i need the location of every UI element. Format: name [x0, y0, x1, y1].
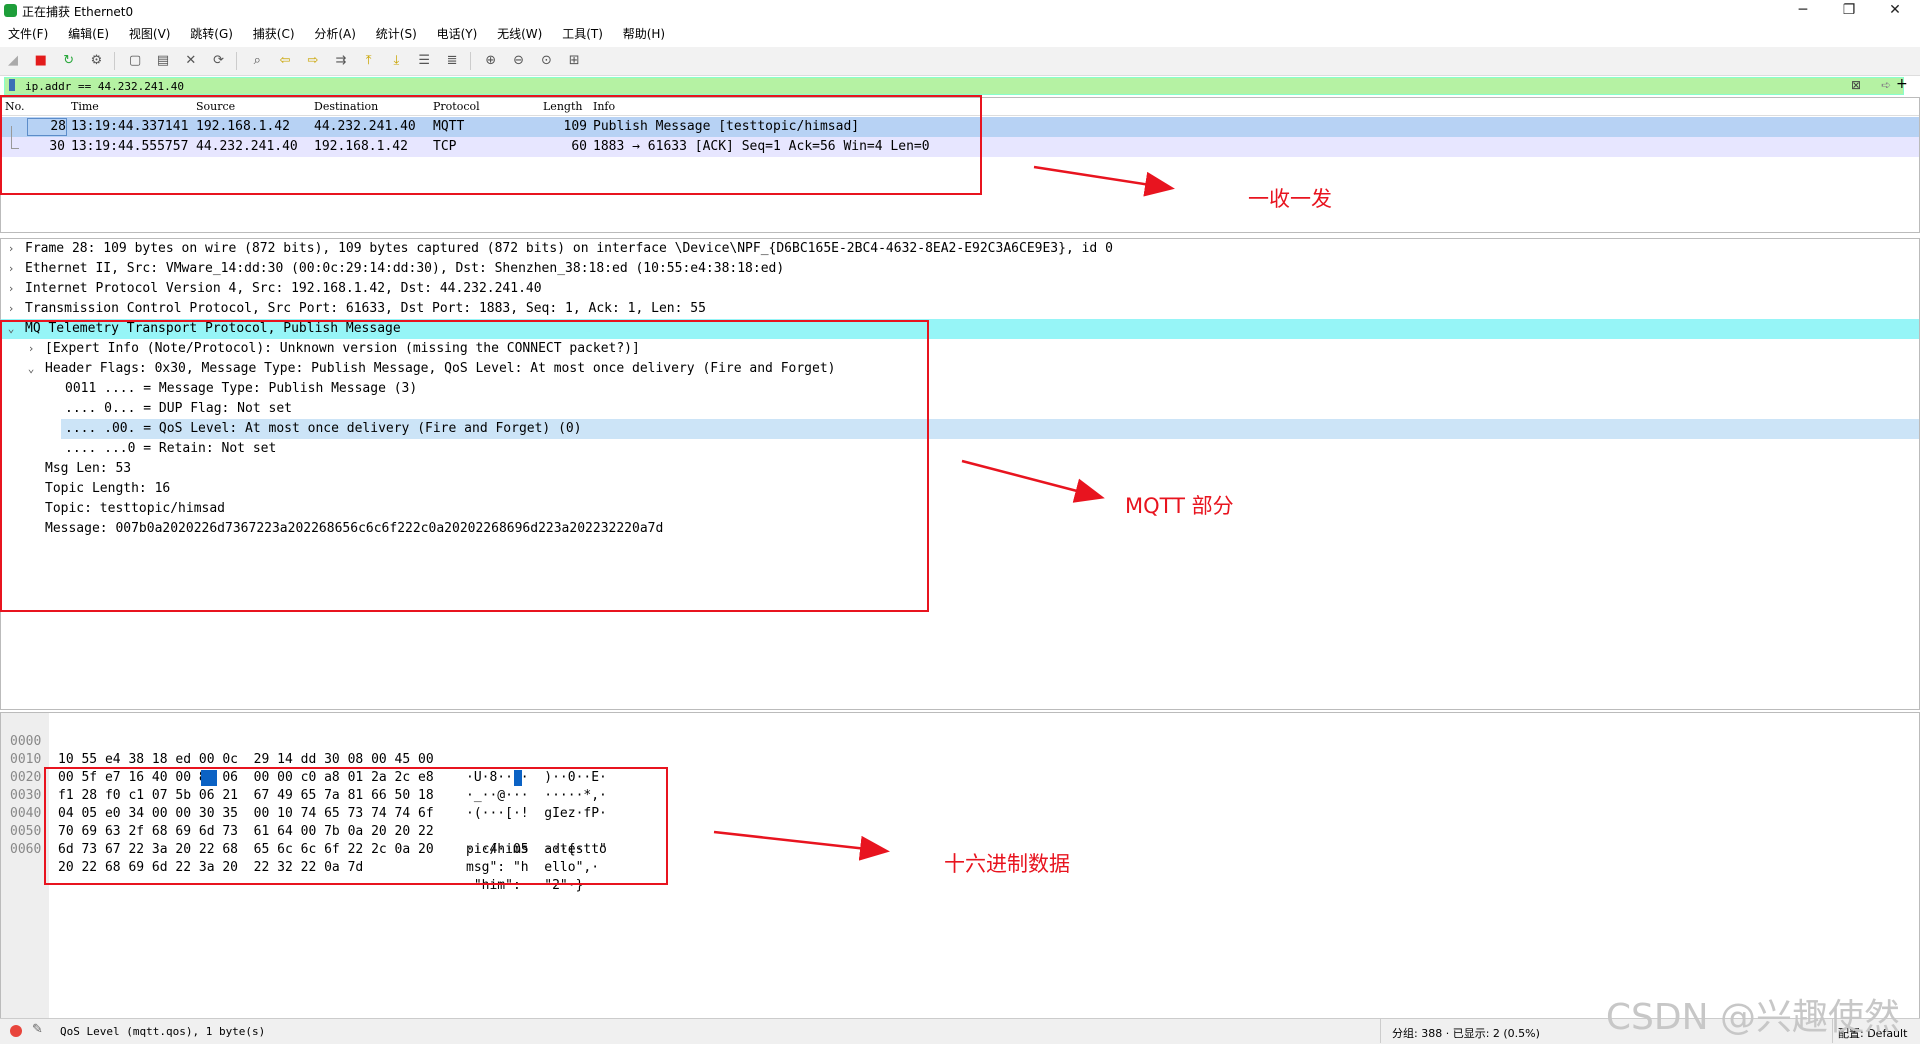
- annotation-arrow: [1033, 165, 1175, 197]
- annotation-arrow: [713, 830, 890, 861]
- annotation-label-hex: 十六进制数据: [944, 852, 1070, 876]
- annotation-arrow: [961, 459, 1105, 503]
- watermark: CSDN @兴趣使然: [1605, 997, 1900, 1038]
- annotation-label-mqtt: MQTT 部分: [1125, 494, 1234, 518]
- annotation-label-send-receive: 一收一发: [1248, 187, 1332, 211]
- annotation-arrows: [713, 165, 1175, 861]
